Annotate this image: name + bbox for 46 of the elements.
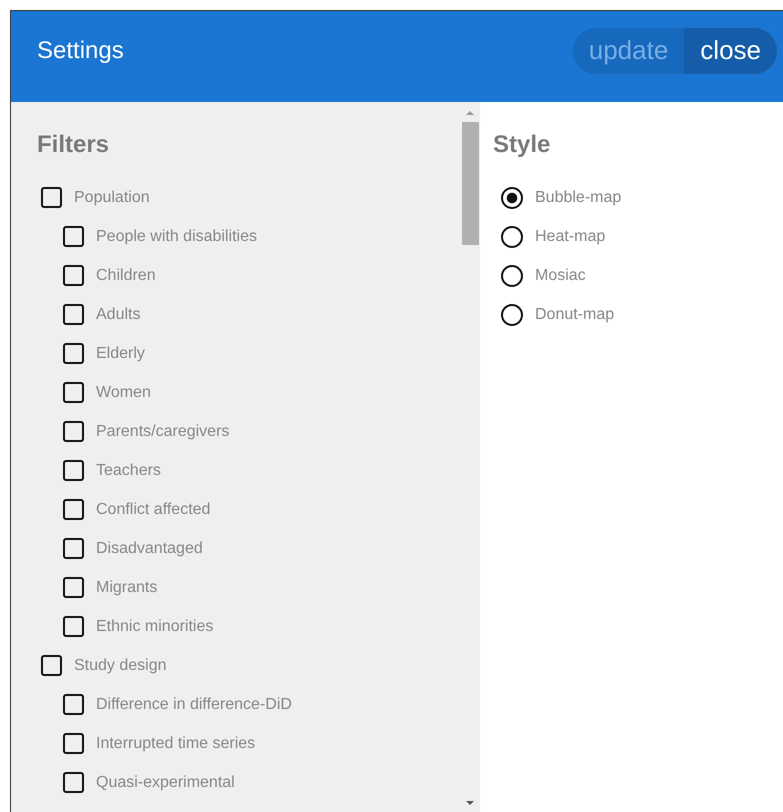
checkbox-label[interactable]: Teachers <box>96 462 161 480</box>
filters-heading: Filters <box>37 130 110 160</box>
radio-label[interactable]: Mosiac <box>535 266 586 284</box>
header-button[interactable]: close <box>684 28 777 74</box>
checkbox-label[interactable]: Conflict affected <box>96 500 210 518</box>
checkbox[interactable] <box>63 382 84 403</box>
checkbox[interactable] <box>63 304 84 325</box>
radio-button[interactable] <box>501 304 523 326</box>
checkbox-label[interactable]: Study design <box>74 656 167 674</box>
checkbox[interactable] <box>63 616 84 637</box>
checkbox-label[interactable]: Parents/caregivers <box>96 422 230 440</box>
checkbox[interactable] <box>63 460 84 481</box>
checkbox[interactable] <box>63 421 84 442</box>
scroll-thumb[interactable] <box>462 122 478 245</box>
checkbox[interactable] <box>41 655 62 676</box>
radio-button[interactable] <box>501 226 523 248</box>
checkbox-label[interactable]: Women <box>96 384 151 402</box>
checkbox-label[interactable]: Adults <box>96 306 140 324</box>
checkbox-label[interactable]: Disadvantaged <box>96 540 203 558</box>
checkbox-label[interactable]: Difference in difference-DiD <box>96 696 292 714</box>
checkbox[interactable] <box>63 538 84 559</box>
checkbox-label[interactable]: Ethnic minorities <box>96 618 214 636</box>
checkbox[interactable] <box>63 226 84 247</box>
scroll-down-icon[interactable] <box>465 800 475 806</box>
style-heading: Style <box>493 130 552 160</box>
checkbox[interactable] <box>63 265 84 286</box>
checkbox-label[interactable]: Elderly <box>96 344 145 362</box>
checkbox-label[interactable]: Children <box>96 266 156 284</box>
checkbox-label[interactable]: People with disabilities <box>96 228 257 246</box>
radio-label[interactable]: Bubble-map <box>535 188 622 206</box>
checkbox[interactable] <box>41 187 62 208</box>
checkbox-label[interactable]: Interrupted time series <box>96 734 256 752</box>
checkbox-label[interactable]: Migrants <box>96 578 158 596</box>
window-title: Settings <box>37 36 124 64</box>
checkbox[interactable] <box>63 577 84 598</box>
checkbox-label[interactable]: Population <box>74 188 150 206</box>
radio-label[interactable]: Heat-map <box>535 228 606 246</box>
checkbox-label[interactable]: Quasi-experimental <box>96 774 235 792</box>
radio-button[interactable] <box>501 186 523 208</box>
checkbox[interactable] <box>63 694 84 715</box>
radio-button[interactable] <box>501 264 523 286</box>
checkbox[interactable] <box>63 733 84 754</box>
checkbox[interactable] <box>63 343 84 364</box>
checkbox[interactable] <box>63 499 84 520</box>
checkbox[interactable] <box>63 772 84 793</box>
radio-label[interactable]: Donut-map <box>535 306 614 324</box>
